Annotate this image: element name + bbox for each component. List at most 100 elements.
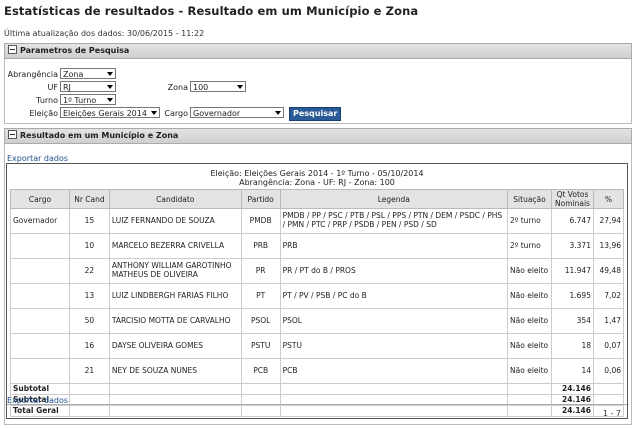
- cell-cargo: Governador: [10, 208, 70, 234]
- summary-empty-cell: [592, 383, 625, 395]
- table-row: 13 LUIZ LINDBERGH FARIAS FILHO PT PT / PV /…: [10, 283, 625, 309]
- cell-qt-votos: 3.371: [551, 233, 594, 259]
- cell-partido: PSTU: [240, 333, 281, 359]
- collapse-icon[interactable]: [8, 45, 17, 54]
- cell-cargo: [10, 283, 70, 309]
- summary-row: Total Geral 24.146: [10, 405, 625, 417]
- col-partido[interactable]: Partido: [240, 189, 281, 209]
- summary-empty-cell: [108, 405, 242, 417]
- cell-nr-cand: 21: [68, 358, 110, 384]
- cell-legenda: PMDB / PP / PSC / PTB / PSL / PPS / PTN …: [279, 208, 509, 234]
- col-nr-cand[interactable]: Nr Cand: [68, 189, 110, 209]
- table-row: 21 NEY DE SOUZA NUNES PCB PCB Não eleito 14 0,…: [10, 358, 625, 384]
- table-header-row: Cargo Nr Cand Candidato Partido Legenda …: [10, 189, 625, 209]
- chevron-down-icon: [237, 85, 243, 89]
- chevron-down-icon: [107, 98, 113, 102]
- cell-candidato: LUIZ LINDBERGH FARIAS FILHO: [108, 283, 242, 309]
- cell-qt-votos: 18: [551, 333, 594, 359]
- chevron-down-icon: [107, 85, 113, 89]
- chevron-down-icon: [107, 72, 113, 76]
- cell-legenda: PT / PV / PSB / PC do B: [279, 283, 509, 309]
- summary-label: Subtotal: [10, 383, 70, 395]
- cell-nr-cand: 15: [68, 208, 110, 234]
- abrangencia-select[interactable]: Zona: [60, 68, 116, 79]
- cell-percent: 13,96: [592, 233, 625, 259]
- cell-candidato: DAYSE OLIVEIRA GOMES: [108, 333, 242, 359]
- cell-situacao: 2º turno: [507, 233, 552, 259]
- results-table: Cargo Nr Cand Candidato Partido Legenda …: [10, 189, 625, 417]
- cell-cargo: [10, 308, 70, 334]
- col-candidato[interactable]: Candidato: [108, 189, 242, 209]
- summary-empty-cell: [240, 405, 281, 417]
- summary-label: Total Geral: [10, 405, 70, 417]
- caption-election: Eleição: Eleições Gerais 2014 - 1º Turno…: [210, 169, 424, 178]
- cell-qt-votos: 14: [551, 358, 594, 384]
- col-qt-votos[interactable]: Qt Votos Nominais: [551, 189, 594, 209]
- uf-select[interactable]: RJ: [60, 81, 116, 92]
- cell-percent: 7,02: [592, 283, 625, 309]
- cell-candidato: ANTHONY WILLIAM GAROTINHO MATHEUS DE OLI…: [108, 258, 242, 284]
- page-title: Estatísticas de resultados - Resultado e…: [4, 4, 419, 18]
- summary-empty-cell: [279, 383, 509, 395]
- export-data-link-bottom[interactable]: Exportar dados: [7, 396, 68, 405]
- table-row: 50 TARCISIO MOTTA DE CARVALHO PSOL PSOL Não …: [10, 308, 625, 334]
- cargo-select[interactable]: Governador: [190, 107, 284, 118]
- summary-empty-cell: [68, 405, 110, 417]
- cell-nr-cand: 10: [68, 233, 110, 259]
- search-button[interactable]: Pesquisar: [289, 107, 342, 121]
- cell-legenda: PSOL: [279, 308, 509, 334]
- turno-select[interactable]: 1º Turno: [60, 94, 116, 105]
- eleicao-select[interactable]: Eleições Gerais 2014: [60, 107, 160, 118]
- zona-select[interactable]: 100: [190, 81, 246, 92]
- collapse-icon[interactable]: [8, 130, 17, 139]
- cell-cargo: [10, 233, 70, 259]
- cell-percent: 0,06: [592, 358, 625, 384]
- abrangencia-label: Abrangência: [7, 70, 58, 79]
- table-row: 10 MARCELO BEZERRA CRIVELLA PRB PRB 2º turno…: [10, 233, 625, 259]
- cell-cargo: [10, 358, 70, 384]
- cell-percent: 1,47: [592, 308, 625, 334]
- table-row: 16 DAYSE OLIVEIRA GOMES PSTU PSTU Não eleito…: [10, 333, 625, 359]
- results-panel-header[interactable]: Resultado em um Município e Zona: [4, 128, 632, 144]
- cell-partido: PT: [240, 283, 281, 309]
- results-table-container: Eleição: Eleições Gerais 2014 - 1º Turno…: [6, 163, 628, 419]
- summary-empty-cell: [108, 383, 242, 395]
- col-cargo[interactable]: Cargo: [10, 189, 70, 209]
- table-row: 22 ANTHONY WILLIAM GAROTINHO MATHEUS DE O…: [10, 258, 625, 284]
- cell-percent: 27,94: [592, 208, 625, 234]
- zona-label: Zona: [167, 83, 188, 92]
- cell-cargo: [10, 333, 70, 359]
- cell-qt-votos: 1.695: [551, 283, 594, 309]
- uf-label: UF: [47, 83, 58, 92]
- col-percent[interactable]: %: [592, 189, 625, 209]
- results-panel-title: Resultado em um Município e Zona: [20, 131, 179, 140]
- chevron-down-icon: [275, 111, 281, 115]
- chevron-down-icon: [151, 111, 157, 115]
- cell-percent: 0,07: [592, 333, 625, 359]
- col-situacao[interactable]: Situação: [507, 189, 552, 209]
- params-panel-header[interactable]: Parametros de Pesquisa: [4, 43, 632, 59]
- summary-empty-cell: [279, 405, 509, 417]
- cell-situacao: Não eleito: [507, 283, 552, 309]
- summary-total: 24.146: [551, 405, 594, 417]
- cell-qt-votos: 11.947: [551, 258, 594, 284]
- cell-partido: PRB: [240, 233, 281, 259]
- export-data-link-top[interactable]: Exportar dados: [7, 154, 68, 163]
- cell-nr-cand: 22: [68, 258, 110, 284]
- cell-partido: PMDB: [240, 208, 281, 234]
- cargo-label: Cargo: [164, 109, 188, 118]
- cell-percent: 49,48: [592, 258, 625, 284]
- cell-situacao: Não eleito: [507, 308, 552, 334]
- cell-situacao: Não eleito: [507, 333, 552, 359]
- table-row: Governador 15 LUIZ FERNANDO DE SOUZA PMDB PM…: [10, 208, 625, 234]
- table-footer-divider: [7, 404, 627, 405]
- table-caption: Eleição: Eleições Gerais 2014 - 1º Turno…: [7, 169, 627, 187]
- col-legenda[interactable]: Legenda: [279, 189, 509, 209]
- pager-range: 1 - 7: [602, 409, 621, 418]
- cell-candidato: TARCISIO MOTTA DE CARVALHO: [108, 308, 242, 334]
- summary-empty-cell: [68, 383, 110, 395]
- cell-qt-votos: 354: [551, 308, 594, 334]
- cell-partido: PR: [240, 258, 281, 284]
- cell-candidato: NEY DE SOUZA NUNES: [108, 358, 242, 384]
- cell-partido: PCB: [240, 358, 281, 384]
